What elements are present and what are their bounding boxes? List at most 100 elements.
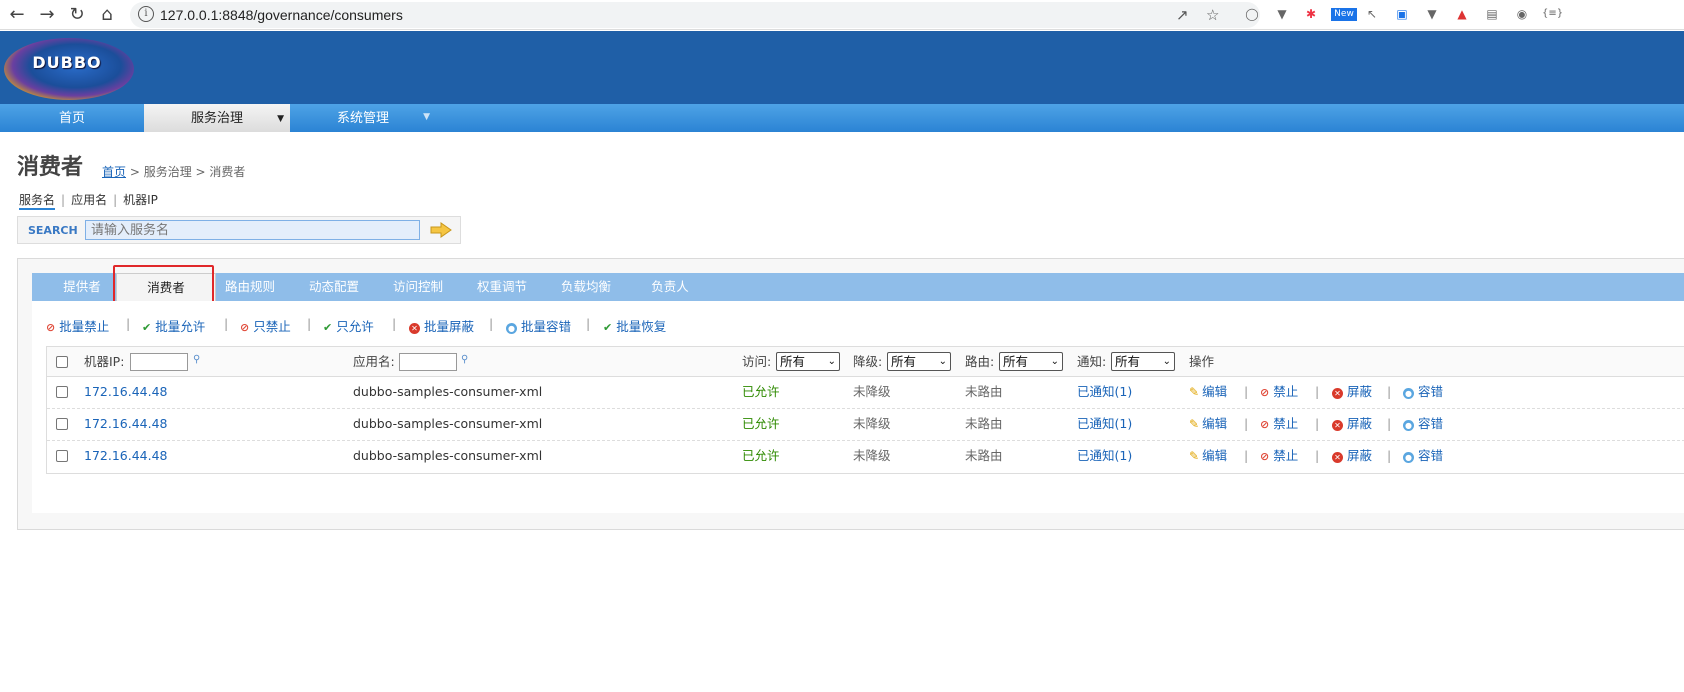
tab-load-balance[interactable]: 负载均衡	[552, 273, 620, 301]
sub-tabs: 提供者 消费者 路由规则 动态配置 访问控制 权重调节 负载均衡 负责人	[32, 273, 1684, 301]
search-icon[interactable]: ⚲	[193, 354, 200, 365]
row-shield-button[interactable]: ✕ 屏蔽	[1332, 409, 1372, 439]
search-tab-machine-ip[interactable]: 机器IP	[123, 191, 158, 208]
row-ip-link[interactable]: 172.16.44.48	[84, 409, 168, 439]
nav-home[interactable]: 首页	[0, 104, 144, 132]
row-notify-link[interactable]: 已通知(1)	[1077, 377, 1132, 407]
tolerance-icon: ●	[506, 323, 517, 334]
row-route: 未路由	[965, 416, 1003, 431]
row-degrade: 未降级	[853, 416, 891, 431]
ip-filter-input[interactable]	[130, 353, 188, 371]
row-shield-button[interactable]: ✕ 屏蔽	[1332, 377, 1372, 407]
extension-red-icon[interactable]: ▲	[1454, 6, 1470, 22]
pencil-icon: ✎	[1189, 449, 1200, 463]
only-forbid-button[interactable]: ⊘ 只禁止	[240, 316, 291, 335]
browser-toolbar: ← → ↻ ⌂ i 127.0.0.1:8848/governance/cons…	[0, 0, 1684, 30]
row-access: 已允许	[742, 416, 780, 431]
row-forbid-button[interactable]: ⊘ 禁止	[1260, 409, 1298, 439]
nav-service-governance[interactable]: 服务治理 ▼	[144, 104, 290, 132]
row-tolerance-button[interactable]: ● 容错	[1403, 377, 1443, 407]
select-all-checkbox[interactable]	[56, 356, 68, 368]
extension-star-icon[interactable]: ✱	[1303, 6, 1319, 22]
app-header: DUBBO	[0, 31, 1684, 104]
row-edit-button[interactable]: ✎ 编辑	[1189, 377, 1227, 407]
table-row: 172.16.44.48 dubbo-samples-consumer-xml …	[47, 409, 1684, 441]
row-checkbox[interactable]	[56, 418, 68, 430]
batch-forbid-button[interactable]: ⊘ 批量禁止	[46, 316, 109, 335]
pencil-icon: ✎	[1189, 417, 1200, 431]
search-tab-service-name[interactable]: 服务名	[19, 191, 56, 210]
tab-access-control[interactable]: 访问控制	[384, 273, 452, 301]
search-type-tabs: 服务名 | 应用名 | 机器IP	[19, 191, 158, 210]
home-icon[interactable]: ⌂	[96, 4, 118, 26]
row-ip-link[interactable]: 172.16.44.48	[84, 441, 168, 471]
header-access: 访问:	[742, 354, 772, 369]
row-forbid-button[interactable]: ⊘ 禁止	[1260, 441, 1298, 471]
back-icon[interactable]: ←	[6, 4, 28, 26]
header-app: 应用名:	[353, 354, 395, 369]
search-icon[interactable]: ⚲	[461, 354, 468, 365]
search-box: SEARCH	[17, 216, 461, 244]
extension-book-icon[interactable]: ▤	[1484, 6, 1500, 22]
translate-icon[interactable]: ▣	[1394, 6, 1410, 22]
batch-shield-button[interactable]: ✕ 批量屏蔽	[409, 316, 474, 335]
extension-circle-icon[interactable]: ◉	[1514, 6, 1530, 22]
row-edit-button[interactable]: ✎ 编辑	[1189, 409, 1227, 439]
app-filter-input[interactable]	[399, 353, 457, 371]
tab-route-rules[interactable]: 路由规则	[216, 273, 284, 301]
row-checkbox[interactable]	[56, 386, 68, 398]
new-badge-icon[interactable]: New	[1331, 8, 1357, 21]
breadcrumb: 首页 > 服务治理 > 消费者	[102, 163, 245, 180]
row-tolerance-button[interactable]: ● 容错	[1403, 409, 1443, 439]
extension-v-icon[interactable]: ▼	[1274, 6, 1290, 22]
header-ops: 操作	[1189, 354, 1215, 369]
notify-filter-select[interactable]: 所有 ⌄	[1111, 352, 1175, 371]
tab-weights[interactable]: 权重调节	[468, 273, 536, 301]
extension-icon[interactable]: ◯	[1244, 6, 1260, 22]
search-tab-app-name[interactable]: 应用名	[71, 191, 107, 208]
batch-allow-button[interactable]: ✔ 批量允许	[142, 316, 205, 335]
breadcrumb-home-link[interactable]: 首页	[102, 165, 126, 179]
search-input[interactable]	[85, 220, 420, 240]
row-tolerance-button[interactable]: ● 容错	[1403, 441, 1443, 471]
address-bar[interactable]: i 127.0.0.1:8848/governance/consumers ↗ …	[130, 2, 1260, 28]
row-notify-link[interactable]: 已通知(1)	[1077, 409, 1132, 439]
share-icon[interactable]: ↗	[1176, 6, 1189, 24]
extension-cursor-icon[interactable]: ↖	[1364, 6, 1380, 22]
row-degrade: 未降级	[853, 448, 891, 463]
row-edit-button[interactable]: ✎ 编辑	[1189, 441, 1227, 471]
bookmark-star-icon[interactable]: ☆	[1206, 6, 1219, 24]
ban-icon: ⊘	[1260, 450, 1270, 463]
row-route: 未路由	[965, 448, 1003, 463]
only-allow-button[interactable]: ✔ 只允许	[323, 316, 374, 335]
search-go-arrow-icon[interactable]	[430, 222, 452, 238]
chevron-down-icon: ⌄	[938, 356, 947, 367]
page-title: 消费者	[17, 155, 84, 180]
row-route: 未路由	[965, 384, 1003, 399]
tab-dynamic-config[interactable]: 动态配置	[300, 273, 368, 301]
extension-shield-icon[interactable]: ▼	[1424, 6, 1440, 22]
nav-system-admin[interactable]: 系统管理 ▼	[290, 104, 436, 132]
url-text: 127.0.0.1:8848/governance/consumers	[160, 7, 403, 23]
ban-icon: ⊘	[1260, 386, 1270, 399]
row-checkbox[interactable]	[56, 450, 68, 462]
batch-tolerance-button[interactable]: ● 批量容错	[506, 316, 571, 335]
tab-owners[interactable]: 负责人	[636, 273, 704, 301]
batch-recover-button[interactable]: ✔ 批量恢复	[603, 316, 666, 335]
chevron-down-icon: ▼	[423, 112, 430, 122]
row-shield-button[interactable]: ✕ 屏蔽	[1332, 441, 1372, 471]
reload-icon[interactable]: ↻	[66, 4, 88, 26]
tab-consumers[interactable]: 消费者	[116, 273, 216, 301]
route-filter-select[interactable]: 所有 ⌄	[999, 352, 1063, 371]
extension-braces-icon[interactable]: {≡}	[1542, 6, 1563, 22]
info-icon[interactable]: i	[138, 6, 154, 22]
degrade-filter-select[interactable]: 所有 ⌄	[887, 352, 951, 371]
row-access: 已允许	[742, 448, 780, 463]
row-app: dubbo-samples-consumer-xml	[353, 416, 543, 431]
table-row: 172.16.44.48 dubbo-samples-consumer-xml …	[47, 441, 1684, 473]
access-filter-select[interactable]: 所有 ⌄	[776, 352, 840, 371]
forward-icon[interactable]: →	[36, 4, 58, 26]
row-ip-link[interactable]: 172.16.44.48	[84, 377, 168, 407]
row-forbid-button[interactable]: ⊘ 禁止	[1260, 377, 1298, 407]
row-notify-link[interactable]: 已通知(1)	[1077, 441, 1132, 471]
